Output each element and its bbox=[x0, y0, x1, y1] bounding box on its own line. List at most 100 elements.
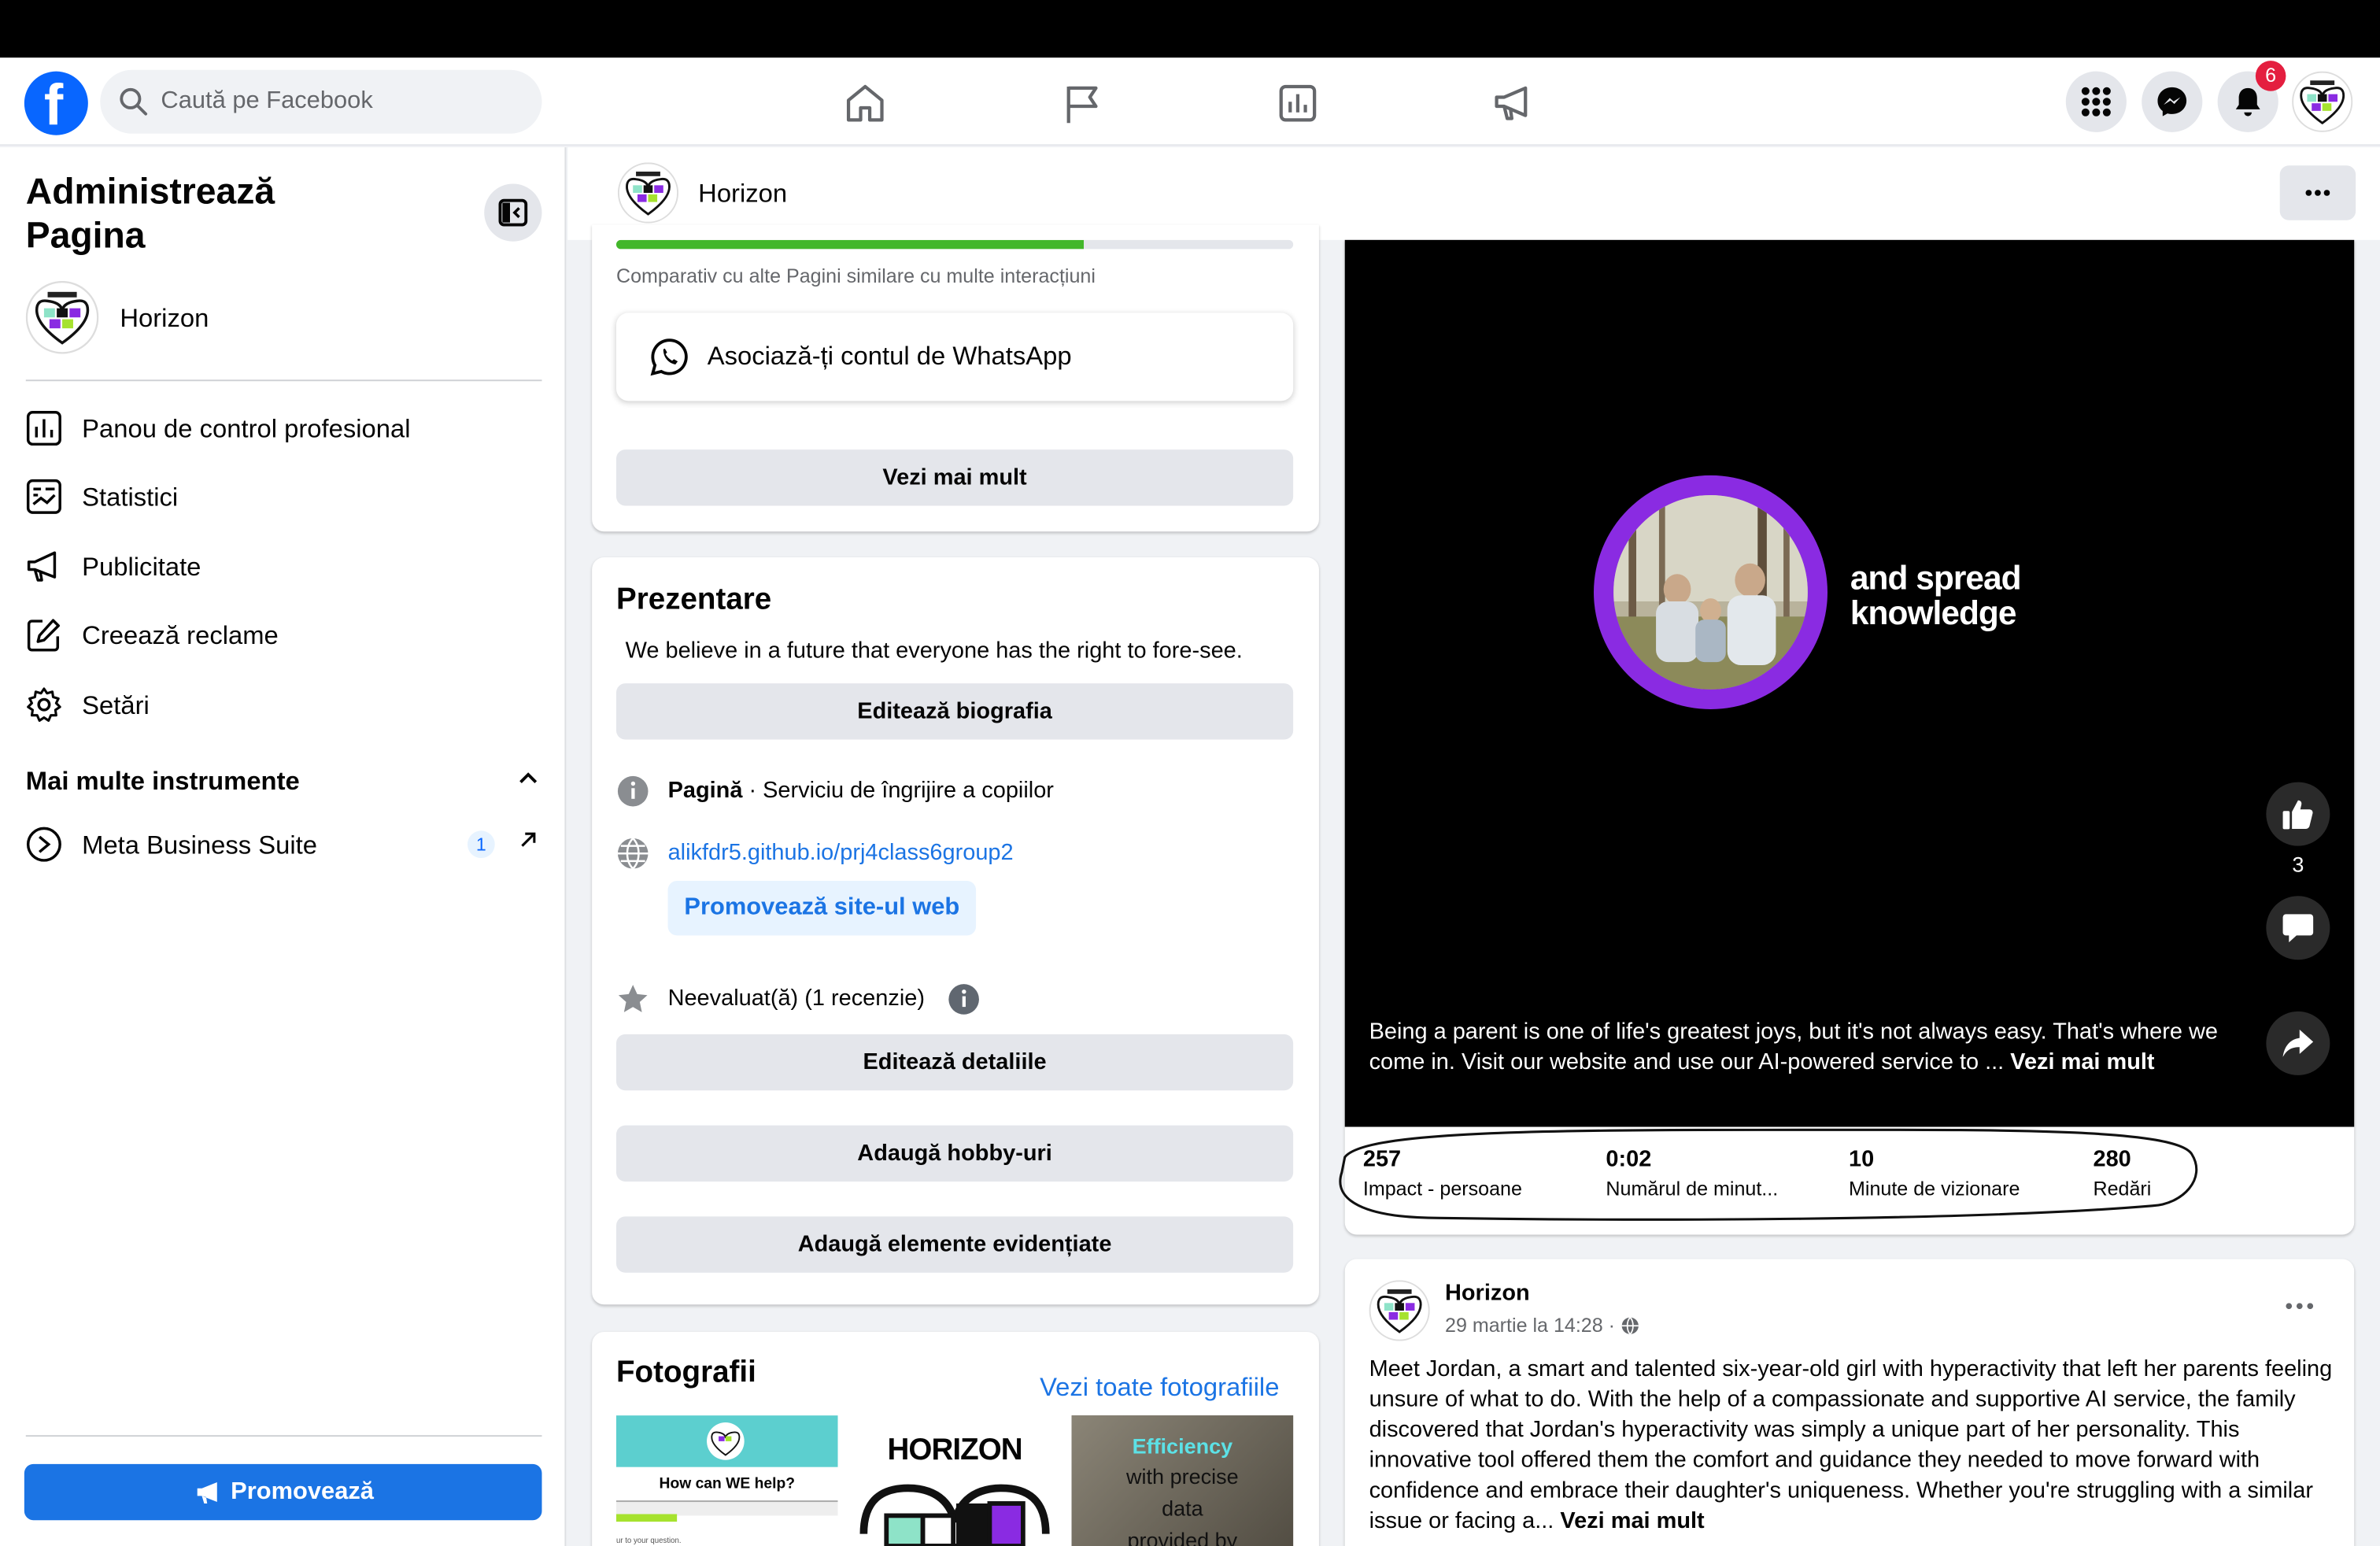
globe-icon bbox=[617, 838, 649, 870]
messenger-icon bbox=[2157, 87, 2187, 117]
more-tools-heading[interactable]: Mai multe instrumente bbox=[26, 767, 300, 797]
slogan-line: knowledge bbox=[1850, 594, 2017, 632]
menu-grid-button[interactable] bbox=[2065, 71, 2127, 132]
messenger-button[interactable] bbox=[2142, 71, 2203, 132]
thumbnail-text: provided by bbox=[1127, 1527, 1238, 1546]
page-more-options-button[interactable] bbox=[2279, 165, 2356, 220]
post-body: Meet Jordan, a smart and talented six-ye… bbox=[1369, 1356, 2333, 1534]
promote-button[interactable]: Promovează bbox=[24, 1463, 542, 1521]
see-more-button[interactable]: Vezi mai mult bbox=[615, 449, 1294, 506]
family-photo bbox=[1613, 494, 1808, 690]
thumbnail-text: data bbox=[1162, 1496, 1203, 1521]
thumbnail-text: Efficiency bbox=[1132, 1433, 1233, 1459]
horizon-heart-logo bbox=[859, 1484, 1050, 1546]
chevron-up-icon[interactable] bbox=[518, 770, 539, 785]
divider bbox=[25, 379, 542, 382]
megaphone-icon bbox=[27, 551, 57, 582]
info-icon[interactable] bbox=[947, 982, 980, 1015]
edit-bio-button[interactable]: Editează biografia bbox=[615, 683, 1294, 740]
photo-thumbnail[interactable]: How can WE help? ur to your question. bbox=[615, 1415, 838, 1546]
notification-badge: 6 bbox=[2255, 61, 2286, 91]
bell-icon bbox=[2235, 87, 2260, 117]
see-all-photos-link[interactable]: Vezi toate fotografiile bbox=[1040, 1373, 1279, 1404]
sidebar-item-advertising[interactable]: Publicitate bbox=[26, 541, 542, 595]
website-link[interactable]: alikfdr5.github.io/prj4class6group2 bbox=[668, 840, 1014, 866]
dashboard-icon bbox=[26, 411, 61, 446]
edit-icon bbox=[27, 619, 60, 652]
page-title[interactable]: Horizon bbox=[698, 179, 787, 210]
profile-avatar[interactable] bbox=[2292, 71, 2353, 132]
caption-see-more-link[interactable]: Vezi mai mult bbox=[2010, 1049, 2154, 1075]
info-icon bbox=[617, 775, 649, 807]
thumbnail-caption: How can WE help? bbox=[659, 1476, 796, 1493]
hand-drawn-highlight-oval bbox=[1339, 1128, 2198, 1221]
comment-button[interactable] bbox=[2266, 896, 2330, 960]
sidebar-item-create-ads[interactable]: Creează reclame bbox=[26, 609, 542, 664]
share-icon bbox=[2282, 1030, 2314, 1057]
comment-icon bbox=[2282, 914, 2314, 943]
video-player[interactable]: and spread knowledge Being a parent is o… bbox=[1344, 239, 2355, 1127]
search-input[interactable] bbox=[161, 69, 526, 134]
search-box[interactable] bbox=[100, 69, 542, 134]
whatsapp-connect-button[interactable]: Asociază-ți contul de WhatsApp bbox=[615, 313, 1294, 401]
panel-toggle-icon bbox=[498, 198, 528, 227]
post-timestamp: 29 martie la 14:28 · bbox=[1445, 1314, 1639, 1337]
page-avatar[interactable] bbox=[617, 162, 679, 224]
facebook-logo-icon[interactable]: f bbox=[24, 71, 88, 139]
like-count: 3 bbox=[2292, 852, 2304, 877]
video-slogan: and spread knowledge bbox=[1850, 558, 2022, 632]
sidebar-item-insights[interactable]: Statistici bbox=[26, 471, 542, 525]
search-icon bbox=[120, 87, 148, 116]
sidebar-page-name[interactable]: Horizon bbox=[120, 304, 209, 335]
grid-icon bbox=[2081, 87, 2111, 117]
post-text: Meet Jordan, a smart and talented six-ye… bbox=[1369, 1355, 2341, 1537]
sidebar-item-label: Publicitate bbox=[82, 553, 201, 582]
flag-icon[interactable] bbox=[1058, 79, 1107, 128]
page-category: · Serviciu de îngrijire a copiilor bbox=[742, 777, 1054, 804]
sidebar-item-meta-business-suite[interactable]: Meta Business Suite bbox=[26, 819, 542, 873]
insights-chart-icon[interactable] bbox=[1273, 79, 1322, 128]
sidebar-item-label: Meta Business Suite bbox=[82, 830, 318, 860]
thumbnail-logo-text: HORIZON bbox=[887, 1433, 1023, 1467]
promote-website-button[interactable]: Promovează site-ul web bbox=[667, 880, 977, 936]
thumbs-up-icon bbox=[2282, 800, 2313, 830]
external-link-icon[interactable] bbox=[519, 830, 538, 849]
sidebar-toggle-button[interactable] bbox=[484, 183, 542, 242]
video-circle-frame bbox=[1593, 475, 1828, 709]
photo-thumbnail[interactable]: Efficiency with precise data provided by bbox=[1071, 1415, 1294, 1546]
edit-details-button[interactable]: Editează detaliile bbox=[615, 1034, 1294, 1091]
divider bbox=[25, 1435, 542, 1437]
whatsapp-icon bbox=[650, 338, 688, 376]
star-icon bbox=[618, 985, 648, 1012]
photo-thumbnail[interactable]: HORIZON bbox=[844, 1415, 1066, 1546]
sidebar-item-professional-dashboard[interactable]: Panou de control profesional bbox=[26, 402, 542, 457]
like-button[interactable] bbox=[2266, 782, 2330, 846]
megaphone-icon[interactable] bbox=[1489, 79, 1538, 128]
post-more-options-icon[interactable] bbox=[2286, 1303, 2314, 1310]
post-author-name[interactable]: Horizon bbox=[1445, 1280, 1530, 1306]
post-author-avatar[interactable] bbox=[1369, 1280, 1430, 1341]
post-see-more-link[interactable]: Vezi mai mult bbox=[1560, 1508, 1704, 1534]
engagement-progress-bar bbox=[615, 239, 1294, 250]
sidebar-item-label: Panou de control profesional bbox=[82, 414, 411, 444]
rating-text: Neevaluat(ă) (1 recenzie) bbox=[667, 986, 925, 1012]
photos-title: Fotografii bbox=[615, 1356, 756, 1390]
add-featured-button[interactable]: Adaugă elemente evidențiate bbox=[615, 1216, 1294, 1273]
megaphone-icon bbox=[197, 1481, 217, 1503]
add-hobbies-button[interactable]: Adaugă hobby-uri bbox=[615, 1125, 1294, 1182]
share-button[interactable] bbox=[2266, 1011, 2330, 1075]
post-card: Horizon 29 martie la 14:28 · Meet Jordan… bbox=[1344, 1259, 2355, 1546]
sidebar-title: Administrează Pagina bbox=[25, 172, 275, 257]
page-avatar[interactable] bbox=[25, 280, 99, 354]
more-dots-icon bbox=[2305, 190, 2330, 196]
slogan-line: and spread bbox=[1850, 558, 2022, 597]
home-icon[interactable] bbox=[841, 79, 889, 128]
bio-text: We believe in a future that everyone has… bbox=[625, 638, 1243, 664]
gear-icon bbox=[27, 687, 61, 722]
page-status-card: Comparativ cu alte Pagini similare cu mu… bbox=[592, 224, 1319, 532]
post-date-text[interactable]: 29 martie la 14:28 · bbox=[1445, 1314, 1621, 1337]
globe-icon bbox=[1621, 1317, 1639, 1335]
manage-page-sidebar: Administrează Pagina Horizon Panou de co… bbox=[0, 147, 567, 1546]
sidebar-item-settings[interactable]: Setări bbox=[26, 679, 542, 733]
video-caption: Being a parent is one of life's greatest… bbox=[1369, 1018, 2234, 1078]
